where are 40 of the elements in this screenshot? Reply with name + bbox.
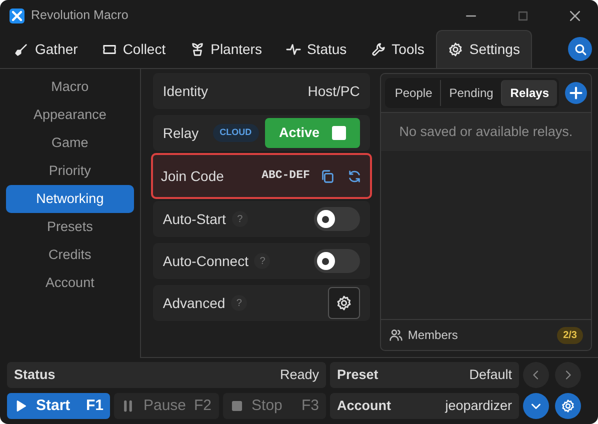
- sidebar-item[interactable]: Account: [6, 269, 134, 297]
- tab[interactable]: Relays: [501, 80, 557, 106]
- setting-label: Relay: [162, 124, 199, 143]
- setting-label: Join Code: [160, 166, 224, 186]
- field-label: Preset: [337, 366, 378, 384]
- field-label: Account: [337, 396, 391, 415]
- sidebar-item[interactable]: Networking: [6, 185, 134, 213]
- cloud-tag: CLOUD: [212, 124, 259, 142]
- help-icon[interactable]: ?: [231, 295, 248, 311]
- sidebar-item[interactable]: Game: [6, 129, 134, 157]
- field-value: Default: [469, 366, 512, 384]
- field-value: Ready: [280, 366, 319, 384]
- tab[interactable]: Settings: [436, 30, 532, 68]
- setting-value: Host/PC: [308, 82, 360, 100]
- setting-label: Auto-Connect: [162, 252, 248, 270]
- start-button[interactable]: Start F1: [7, 393, 110, 419]
- tab[interactable]: Tools: [358, 30, 436, 68]
- sidebar-item[interactable]: Presets: [6, 213, 134, 241]
- setting-label: Identity: [162, 82, 208, 101]
- members-label: Members: [408, 327, 458, 344]
- sidebar-item[interactable]: Priority: [6, 157, 134, 185]
- relay-toggle-button[interactable]: Active: [264, 118, 360, 148]
- setting-label: Advanced: [162, 294, 226, 312]
- join-code: ABC-DEF: [262, 168, 310, 184]
- help-icon[interactable]: ?: [254, 253, 270, 269]
- tab[interactable]: Status: [274, 30, 359, 68]
- window-title: Revolution Macro: [31, 7, 128, 24]
- sidebar-item[interactable]: Credits: [6, 241, 134, 269]
- tab[interactable]: Collect: [90, 30, 178, 68]
- member-count: 2/3: [557, 326, 583, 344]
- field-label: Status: [14, 366, 56, 384]
- tab[interactable]: Planters: [178, 30, 274, 68]
- sidebar-item[interactable]: Appearance: [6, 101, 134, 129]
- help-icon[interactable]: ?: [232, 211, 248, 227]
- sidebar-item[interactable]: Macro: [6, 73, 134, 101]
- empty-message: No saved or available relays.: [380, 113, 591, 152]
- tab[interactable]: Gather: [2, 30, 90, 68]
- tab[interactable]: People: [386, 80, 440, 106]
- field-value: jeopardizer: [445, 396, 512, 415]
- setting-label: Auto-Start: [162, 210, 226, 228]
